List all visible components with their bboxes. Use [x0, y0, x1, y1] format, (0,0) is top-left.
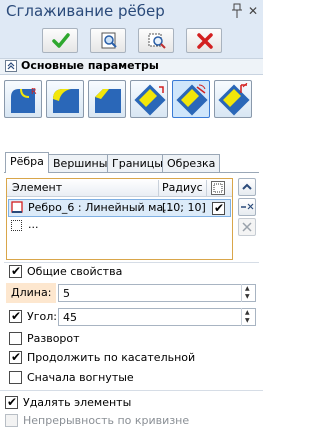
chamfer-angle-type-button[interactable] [172, 80, 210, 118]
move-up-button[interactable] [238, 178, 256, 196]
empty-element-icon [11, 220, 22, 231]
fillet-radius-icon: R [11, 87, 37, 113]
angle-input[interactable]: 45 [58, 308, 256, 326]
delete-elements-label: Удалять элементы [23, 396, 132, 409]
continue-tangent-label: Продолжить по касательной [27, 351, 196, 364]
length-label: Длина: [11, 286, 52, 299]
continue-tangent-checkbox[interactable]: ✔ [9, 350, 22, 364]
apply-button[interactable] [42, 28, 78, 53]
curvature-continuity-checkbox[interactable] [5, 414, 18, 427]
tab-trim[interactable]: Обрезка [162, 154, 221, 172]
window-title: Сглаживание рёбер [6, 2, 165, 20]
angle-stepper[interactable]: ▲ ▼ [241, 308, 255, 326]
chamfer-distance-icon [134, 84, 166, 116]
column-separator [158, 180, 159, 196]
pin-icon[interactable] [231, 3, 243, 19]
fillet-radius-type-button[interactable]: R [4, 80, 42, 118]
edge-icon [11, 201, 24, 214]
row-element-name[interactable]: ... [28, 218, 39, 231]
tab-vertices[interactable]: Вершины [48, 154, 113, 172]
general-props-label: Общие свойства [27, 265, 123, 278]
preview-button[interactable] [90, 28, 126, 53]
row-radius-value[interactable]: [10; 10] [162, 201, 206, 214]
chamfer-two-distance-type-button[interactable] [214, 80, 252, 118]
svg-text:R: R [31, 87, 37, 96]
angle-checkbox[interactable]: ✔ [9, 309, 22, 323]
column-radius-header[interactable]: Радиус [162, 181, 203, 194]
remove-item-button[interactable] [238, 198, 256, 216]
length-input[interactable]: 5 [58, 284, 256, 302]
length-stepper[interactable]: ▲ ▼ [241, 284, 255, 302]
concave-first-label: Сначала вогнутые [27, 371, 134, 384]
close-icon[interactable]: ✕ [248, 4, 258, 18]
reversal-label: Разворот [27, 332, 80, 345]
chevron-up-icon [242, 183, 252, 190]
reversal-checkbox[interactable] [9, 332, 22, 345]
cancel-icon [197, 33, 213, 49]
action-bar [0, 24, 263, 58]
concave-first-checkbox[interactable] [9, 371, 22, 384]
zoom-preview-button[interactable] [138, 28, 174, 53]
divider [0, 390, 263, 391]
chamfer-icon [95, 89, 121, 113]
column-settings-icon[interactable] [211, 181, 225, 195]
chamfer-type-button[interactable] [88, 80, 126, 118]
fillet-variable-type-button[interactable] [46, 80, 84, 118]
collapse-icon[interactable] [5, 60, 17, 72]
general-props-checkbox[interactable]: ✔ [9, 264, 22, 278]
angle-label: Угол: [27, 310, 57, 323]
delete-all-button[interactable] [238, 218, 256, 236]
divider [4, 262, 259, 263]
row-element-name: Ребро_6 : Линейный ма... [28, 201, 174, 214]
column-separator [206, 180, 207, 196]
chamfer-two-distance-icon [218, 83, 250, 116]
magnifier-icon [148, 33, 166, 49]
column-element-header[interactable]: Элемент [12, 181, 62, 194]
section-title: Основные параметры [21, 59, 159, 72]
tab-edges[interactable]: Рёбра [5, 152, 49, 173]
delete-icon [242, 222, 252, 232]
chamfer-distance-type-button[interactable] [130, 80, 168, 118]
delete-elements-checkbox[interactable]: ✔ [5, 395, 18, 409]
tab-boundaries[interactable]: Границы [107, 154, 168, 172]
cancel-button[interactable] [186, 28, 222, 53]
checkmark-icon [52, 33, 70, 48]
remove-list-icon [241, 203, 254, 210]
preview-icon [101, 32, 117, 49]
fillet-variable-icon [53, 89, 79, 113]
chamfer-angle-icon [176, 84, 208, 116]
curvature-continuity-label: Непрерывность по кривизне [23, 414, 190, 427]
row-enabled-checkbox[interactable]: ✔ [212, 201, 225, 215]
